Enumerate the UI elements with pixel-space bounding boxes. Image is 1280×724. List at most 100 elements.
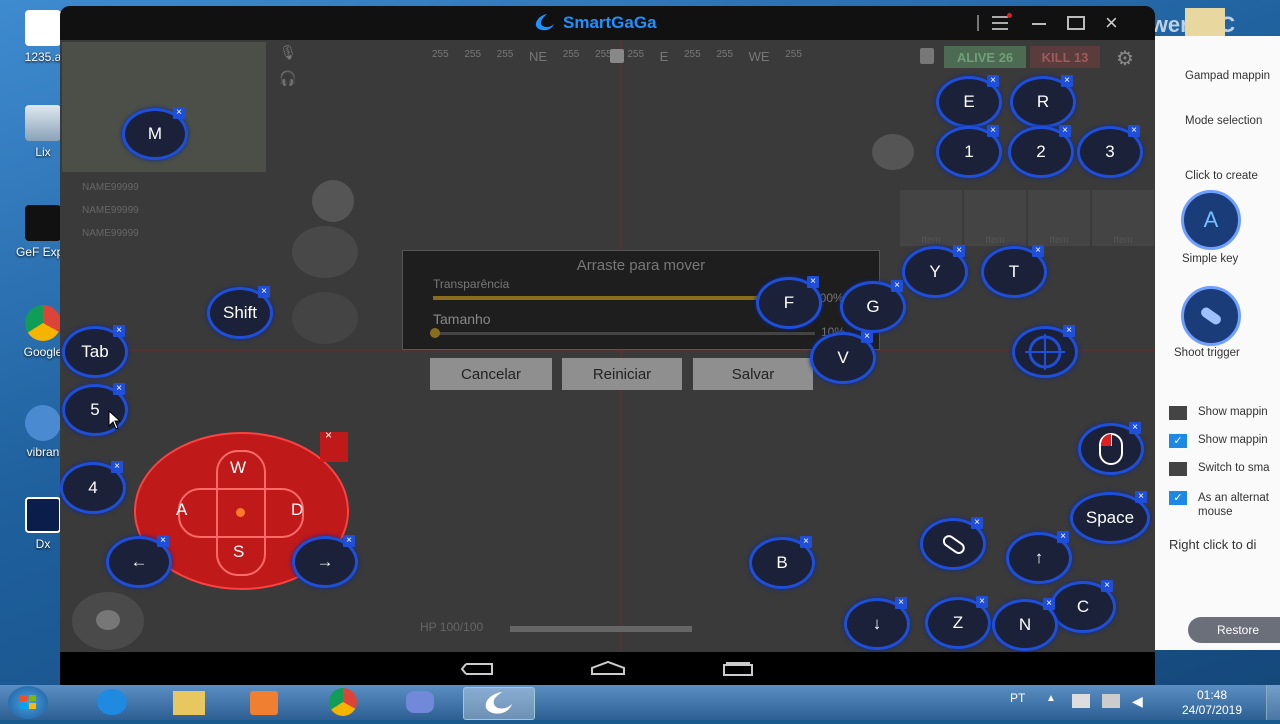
- remove-key-icon[interactable]: ×: [800, 536, 812, 548]
- key-up-arrow[interactable]: ↑ ×: [1006, 531, 1072, 584]
- minimize-icon[interactable]: [1032, 23, 1046, 25]
- remove-key-icon[interactable]: ×: [987, 75, 999, 87]
- dpad-key-s[interactable]: S: [233, 542, 244, 562]
- taskbar-smartgaga[interactable]: [463, 687, 535, 720]
- option-checkbox-2[interactable]: ✓: [1169, 434, 1187, 448]
- item-slot[interactable]: Item: [900, 190, 962, 246]
- key-n[interactable]: N ×: [992, 598, 1058, 651]
- key-2[interactable]: 2 ×: [1008, 125, 1074, 178]
- key-z[interactable]: Z ×: [925, 596, 991, 649]
- volume-icon[interactable]: ◀: [1132, 693, 1143, 710]
- remove-key-icon[interactable]: ×: [1101, 580, 1113, 592]
- remove-key-icon[interactable]: ×: [157, 535, 169, 547]
- remove-key-icon[interactable]: ×: [971, 517, 983, 529]
- microphone-icon[interactable]: 🎙: [268, 44, 308, 68]
- item-slot[interactable]: Item: [1028, 190, 1090, 246]
- item-slot[interactable]: Item: [1092, 190, 1154, 246]
- remove-key-icon[interactable]: ×: [1129, 422, 1141, 434]
- dpad-key-d[interactable]: D: [291, 500, 303, 520]
- remove-key-icon[interactable]: ×: [807, 276, 819, 288]
- remove-key-icon[interactable]: ×: [343, 535, 355, 547]
- option-checkbox-4[interactable]: ✓: [1169, 491, 1187, 505]
- simple-key-button[interactable]: A: [1181, 190, 1241, 250]
- remove-key-icon[interactable]: ×: [1128, 125, 1140, 137]
- action-icon[interactable]: [312, 180, 354, 222]
- key-m[interactable]: M ×: [122, 107, 188, 160]
- gamepad-mapping-item[interactable]: Gampad mappin: [1185, 70, 1270, 82]
- aim-key[interactable]: ×: [1012, 325, 1078, 378]
- mode-selection-item[interactable]: Mode selection: [1185, 115, 1262, 127]
- key-left-arrow[interactable]: ← ×: [106, 535, 172, 588]
- dpad-key-w[interactable]: W: [230, 458, 246, 478]
- key-b[interactable]: B ×: [749, 536, 815, 589]
- key-tab[interactable]: Tab ×: [62, 325, 128, 378]
- remove-key-icon[interactable]: ×: [895, 597, 907, 609]
- taskbar-discord[interactable]: [392, 687, 448, 718]
- language-indicator[interactable]: PT: [1010, 691, 1025, 705]
- key-t[interactable]: T ×: [981, 245, 1047, 298]
- key-c[interactable]: C ×: [1050, 580, 1116, 633]
- headphones-icon[interactable]: 🎧: [268, 70, 308, 94]
- remove-key-icon[interactable]: ×: [861, 331, 873, 343]
- crouch-icon[interactable]: [292, 226, 358, 278]
- action-icon[interactable]: [872, 134, 914, 170]
- clock-time[interactable]: 01:48: [1170, 688, 1254, 702]
- remove-key-icon[interactable]: ×: [111, 461, 123, 473]
- skill-icon[interactable]: [292, 292, 358, 344]
- item-slot[interactable]: Item: [964, 190, 1026, 246]
- show-hidden-icons[interactable]: ▲: [1046, 693, 1056, 704]
- reset-button[interactable]: Reiniciar: [562, 358, 682, 390]
- key-4[interactable]: 4 ×: [60, 461, 126, 514]
- clock-date[interactable]: 24/07/2019: [1170, 703, 1254, 717]
- shoot-trigger-button[interactable]: [1181, 286, 1241, 346]
- close-icon[interactable]: ×: [1105, 10, 1118, 36]
- taskbar-ie[interactable]: [84, 687, 140, 718]
- start-button[interactable]: [8, 686, 48, 719]
- remove-key-icon[interactable]: ×: [113, 383, 125, 395]
- key-e[interactable]: E ×: [936, 75, 1002, 128]
- remove-key-icon[interactable]: ×: [1057, 531, 1069, 543]
- remove-key-icon[interactable]: ×: [987, 125, 999, 137]
- remove-key-icon[interactable]: ×: [173, 107, 185, 119]
- key-f[interactable]: F ×: [756, 276, 822, 329]
- taskbar-media[interactable]: [236, 687, 292, 718]
- joystick-handle[interactable]: [96, 610, 120, 630]
- shoot-trigger-key[interactable]: ×: [920, 517, 986, 570]
- mouse-key[interactable]: ×: [1078, 422, 1144, 475]
- size-slider[interactable]: [433, 332, 815, 335]
- remove-key-icon[interactable]: ×: [1063, 325, 1075, 337]
- key-1[interactable]: 1 ×: [936, 125, 1002, 178]
- action-center-icon[interactable]: [1102, 694, 1120, 708]
- option-checkbox-3[interactable]: [1169, 462, 1187, 476]
- remove-key-icon[interactable]: ×: [891, 280, 903, 292]
- remove-key-icon[interactable]: ×: [1061, 75, 1073, 87]
- save-button[interactable]: Salvar: [693, 358, 813, 390]
- gear-icon[interactable]: ⚙: [1116, 46, 1134, 71]
- dpad-key-a[interactable]: A: [176, 500, 187, 520]
- key-g[interactable]: G ×: [840, 280, 906, 333]
- key-space[interactable]: Space ×: [1070, 491, 1150, 544]
- remove-key-icon[interactable]: ×: [113, 325, 125, 337]
- key-r[interactable]: R ×: [1010, 75, 1076, 128]
- network-icon[interactable]: [1072, 694, 1090, 708]
- remove-key-icon[interactable]: ×: [976, 596, 988, 608]
- back-icon[interactable]: [460, 662, 494, 676]
- taskbar-explorer[interactable]: [161, 687, 217, 718]
- remove-key-icon[interactable]: ×: [258, 286, 270, 298]
- key-right-arrow[interactable]: → ×: [292, 535, 358, 588]
- lock-icon[interactable]: [920, 48, 934, 64]
- remove-key-icon[interactable]: ×: [1032, 245, 1044, 257]
- maximize-icon[interactable]: [1067, 16, 1085, 30]
- key-v[interactable]: V ×: [810, 331, 876, 384]
- taskbar-chrome[interactable]: [315, 687, 371, 718]
- recents-icon[interactable]: [720, 661, 756, 677]
- remove-key-icon[interactable]: ×: [1135, 491, 1147, 503]
- remove-key-icon[interactable]: ×: [1059, 125, 1071, 137]
- cancel-button[interactable]: Cancelar: [430, 358, 552, 390]
- show-desktop-button[interactable]: [1266, 685, 1280, 720]
- remove-key-icon[interactable]: ×: [953, 245, 965, 257]
- option-checkbox-1[interactable]: [1169, 406, 1187, 420]
- remove-key-icon[interactable]: ×: [1043, 598, 1055, 610]
- menu-icon[interactable]: [992, 16, 1008, 30]
- key-y[interactable]: Y ×: [902, 245, 968, 298]
